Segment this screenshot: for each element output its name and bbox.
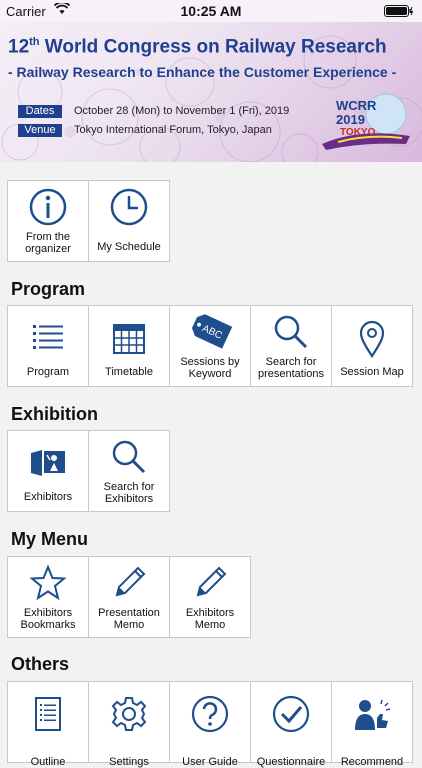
exhibitors-memo-button[interactable]: Exhibitors Memo (169, 556, 251, 638)
logo-year: 2019 (336, 112, 365, 127)
search-presentations-button[interactable]: Search for presentations (250, 305, 332, 387)
recommend-button[interactable]: Recommend (331, 681, 413, 768)
help-icon (191, 695, 229, 733)
timetable-label: Timetable (105, 366, 153, 378)
my-menu-section-title: My Menu (11, 529, 89, 549)
session-map-button[interactable]: Session Map (331, 305, 413, 387)
logo-wcrr: WCRR (336, 98, 377, 113)
my-menu-grid: Exhibitors Bookmarks Presentation Memo E… (7, 556, 251, 638)
my-schedule-button[interactable]: My Schedule (88, 180, 170, 262)
battery-icon (384, 5, 414, 20)
search-icon (112, 440, 146, 474)
program-button[interactable]: Program (7, 305, 89, 387)
user-guide-label: User Guide (182, 756, 238, 768)
others-grid: Outline Settings User Guide Questionnair… (7, 681, 413, 768)
exhibitor-icon (31, 450, 65, 476)
tag-icon: ABC (191, 314, 232, 349)
pencil-icon (196, 566, 227, 597)
recommend-icon (355, 699, 391, 730)
gear-icon (111, 697, 147, 731)
exhibition-section-title: Exhibition (11, 404, 98, 424)
from-organizer-label: From the organizer (25, 231, 71, 255)
my-schedule-label: My Schedule (97, 241, 161, 253)
calendar-icon (113, 324, 145, 354)
settings-button[interactable]: Settings (88, 681, 170, 768)
congress-banner: 12th World Congress on Railway Research … (0, 22, 422, 162)
questionnaire-label: Questionnaire (256, 756, 326, 768)
sessions-by-keyword-button[interactable]: ABC Sessions by Keyword (169, 305, 251, 387)
from-organizer-button[interactable]: From the organizer (7, 180, 89, 262)
exhibitors-memo-label: Exhibitors Memo (185, 607, 235, 631)
title-text: World Congress on Railway Research (39, 36, 387, 58)
exhibitors-button[interactable]: Exhibitors (7, 430, 89, 512)
dates-tag: Dates (18, 105, 62, 118)
status-bar: Carrier 10:25 AM (0, 0, 422, 22)
title-ordinal: th (29, 36, 40, 48)
clock-time: 10:25 AM (180, 3, 242, 19)
pencil-icon (115, 566, 146, 597)
venue-value: Tokyo International Forum, Tokyo, Japan (74, 124, 272, 136)
logo-city: TOKYO (340, 127, 376, 138)
banner-subtitle: - Railway Research to Enhance the Custom… (8, 64, 397, 80)
map-pin-icon (359, 320, 385, 358)
venue-tag: Venue (18, 124, 62, 137)
list-icon (33, 325, 63, 349)
recommend-label: Recommend (340, 756, 404, 768)
timetable-button[interactable]: Timetable (88, 305, 170, 387)
exhibitors-bookmarks-label: Exhibitors Bookmarks (20, 607, 76, 631)
exhibitors-bookmarks-button[interactable]: Exhibitors Bookmarks (7, 556, 89, 638)
exhibitors-label: Exhibitors (23, 491, 73, 503)
search-icon (274, 315, 308, 349)
questionnaire-button[interactable]: Questionnaire (250, 681, 332, 768)
settings-label: Settings (109, 756, 149, 768)
title-number: 12 (8, 36, 30, 58)
presentation-memo-button[interactable]: Presentation Memo (88, 556, 170, 638)
search-exhibitors-button[interactable]: Search for Exhibitors (88, 430, 170, 512)
others-section-title: Others (11, 654, 70, 674)
program-label: Program (26, 366, 70, 378)
top-menu-grid: From the organizer My Schedule (7, 180, 170, 262)
user-guide-button[interactable]: User Guide (169, 681, 251, 768)
session-map-label: Session Map (340, 366, 404, 378)
search-exhibitors-label: Search for Exhibitors (103, 481, 155, 505)
outline-button[interactable]: Outline (7, 681, 89, 768)
dates-value: October 28 (Mon) to November 1 (Fri), 20… (74, 105, 290, 117)
outline-label: Outline (30, 756, 66, 768)
wcrr-logo: WCRR 2019 TOKYO (318, 92, 414, 152)
info-icon (29, 188, 67, 226)
sessions-by-keyword-label: Sessions by Keyword (180, 356, 240, 380)
star-icon (29, 564, 67, 601)
check-icon (272, 695, 310, 733)
banner-title: 12th World Congress on Railway Research (8, 36, 387, 58)
presentation-memo-label: Presentation Memo (98, 607, 160, 631)
program-section-title: Program (11, 279, 86, 299)
exhibition-grid: Exhibitors Search for Exhibitors (7, 430, 170, 512)
search-presentations-label: Search for presentations (257, 356, 325, 380)
program-grid: Program Timetable ABC Sessions by Keywor… (7, 305, 413, 387)
clock-icon (110, 188, 148, 226)
document-icon (35, 697, 61, 731)
